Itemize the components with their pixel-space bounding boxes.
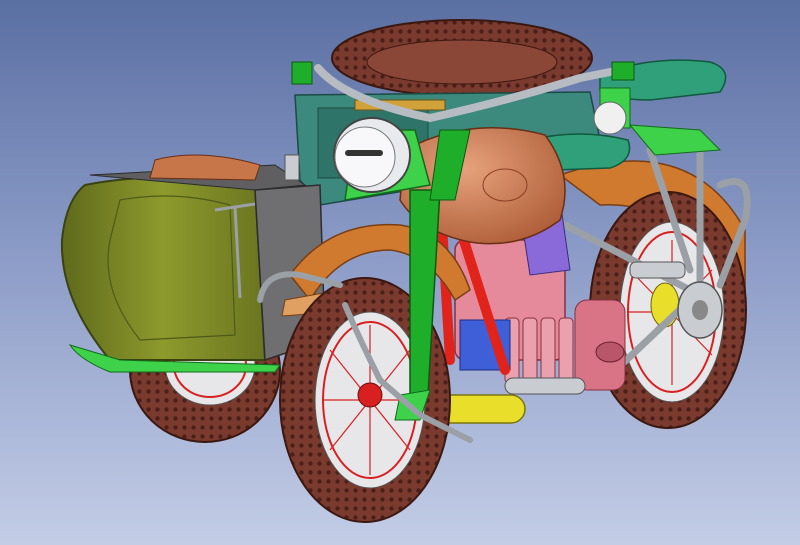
exhaust-muffler — [429, 377, 586, 424]
cad-viewport — [0, 0, 800, 545]
sidecar-motorcycle-model — [60, 19, 751, 523]
sidecar-body — [60, 154, 326, 373]
headlight — [333, 117, 411, 193]
